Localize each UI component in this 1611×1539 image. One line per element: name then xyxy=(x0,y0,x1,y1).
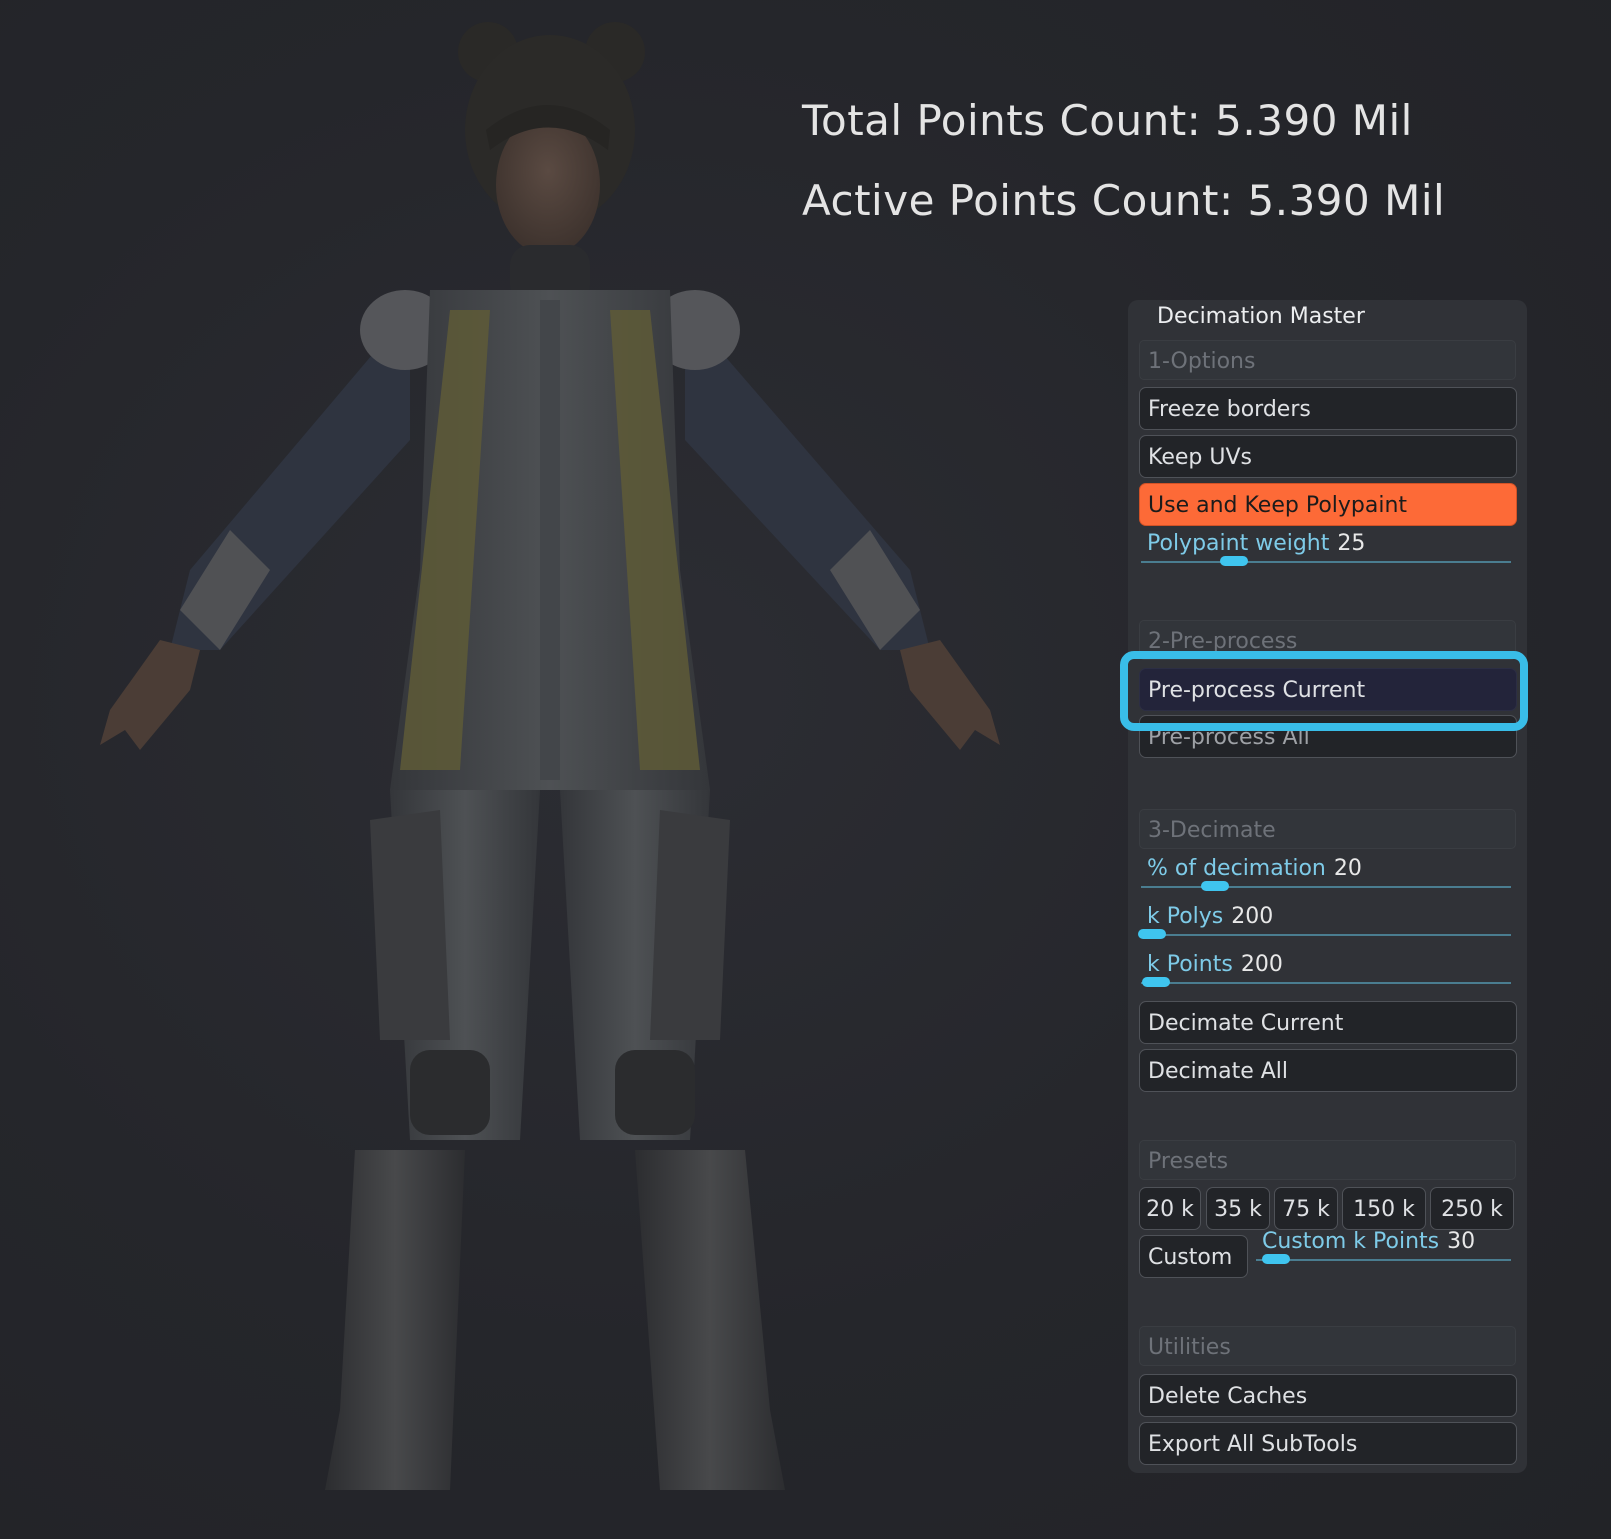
slider-handle[interactable] xyxy=(1201,881,1229,891)
decimate-current-button[interactable]: Decimate Current xyxy=(1139,1001,1517,1044)
section-presets-header[interactable]: Presets xyxy=(1139,1140,1516,1180)
slider-track[interactable] xyxy=(1141,561,1511,563)
slider-track[interactable] xyxy=(1141,934,1511,936)
slider-value: 25 xyxy=(1337,531,1366,556)
custom-k-points-slider[interactable]: Custom k Points 30 xyxy=(1254,1225,1517,1269)
polypaint-weight-slider[interactable]: Polypaint weight 25 xyxy=(1139,527,1517,571)
use-keep-polypaint-button[interactable]: Use and Keep Polypaint xyxy=(1139,483,1517,526)
slider-handle[interactable] xyxy=(1141,977,1170,987)
slider-label: k Points xyxy=(1147,952,1233,977)
slider-value: 200 xyxy=(1240,952,1283,977)
delete-caches-button[interactable]: Delete Caches xyxy=(1139,1374,1517,1417)
slider-label: k Polys xyxy=(1147,904,1224,929)
slider-track[interactable] xyxy=(1256,1259,1511,1261)
preset-75k-button[interactable]: 75 k xyxy=(1274,1187,1338,1230)
slider-handle[interactable] xyxy=(1262,1254,1291,1264)
slider-label: % of decimation xyxy=(1147,856,1326,881)
preset-250k-button[interactable]: 250 k xyxy=(1430,1187,1514,1230)
total-points-count: Total Points Count: 5.390 Mil xyxy=(802,96,1413,145)
preset-35k-button[interactable]: 35 k xyxy=(1206,1187,1270,1230)
k-points-slider[interactable]: k Points 200 xyxy=(1139,948,1517,992)
export-all-subtools-button[interactable]: Export All SubTools xyxy=(1139,1422,1517,1465)
active-points-count: Active Points Count: 5.390 Mil xyxy=(802,176,1446,225)
slider-track[interactable] xyxy=(1141,886,1511,888)
freeze-borders-button[interactable]: Freeze borders xyxy=(1139,387,1517,430)
slider-label: Custom k Points xyxy=(1262,1229,1440,1254)
character-model xyxy=(100,22,1000,1490)
preset-150k-button[interactable]: 150 k xyxy=(1342,1187,1426,1230)
decimation-master-panel: Decimation Master 1-Options Freeze borde… xyxy=(1128,300,1527,1473)
section-options-header[interactable]: 1-Options xyxy=(1139,340,1516,380)
section-utilities-header[interactable]: Utilities xyxy=(1139,1326,1516,1366)
slider-value: 30 xyxy=(1447,1229,1476,1254)
custom-preset-button[interactable]: Custom xyxy=(1139,1235,1248,1278)
k-polys-slider[interactable]: k Polys 200 xyxy=(1138,900,1517,944)
section-decimate-header[interactable]: 3-Decimate xyxy=(1139,809,1516,849)
decimate-all-button[interactable]: Decimate All xyxy=(1139,1049,1517,1092)
slider-handle[interactable] xyxy=(1219,556,1248,566)
slider-value: 200 xyxy=(1231,904,1274,929)
decimation-percent-slider[interactable]: % of decimation 20 xyxy=(1139,852,1517,896)
preset-20k-button[interactable]: 20 k xyxy=(1139,1187,1201,1230)
keep-uvs-button[interactable]: Keep UVs xyxy=(1139,435,1517,478)
highlight-frame xyxy=(1120,651,1528,731)
panel-title: Decimation Master xyxy=(1157,304,1365,329)
slider-handle[interactable] xyxy=(1138,929,1167,939)
slider-label: Polypaint weight xyxy=(1147,531,1330,556)
slider-value: 20 xyxy=(1333,856,1362,881)
slider-track[interactable] xyxy=(1141,982,1511,984)
